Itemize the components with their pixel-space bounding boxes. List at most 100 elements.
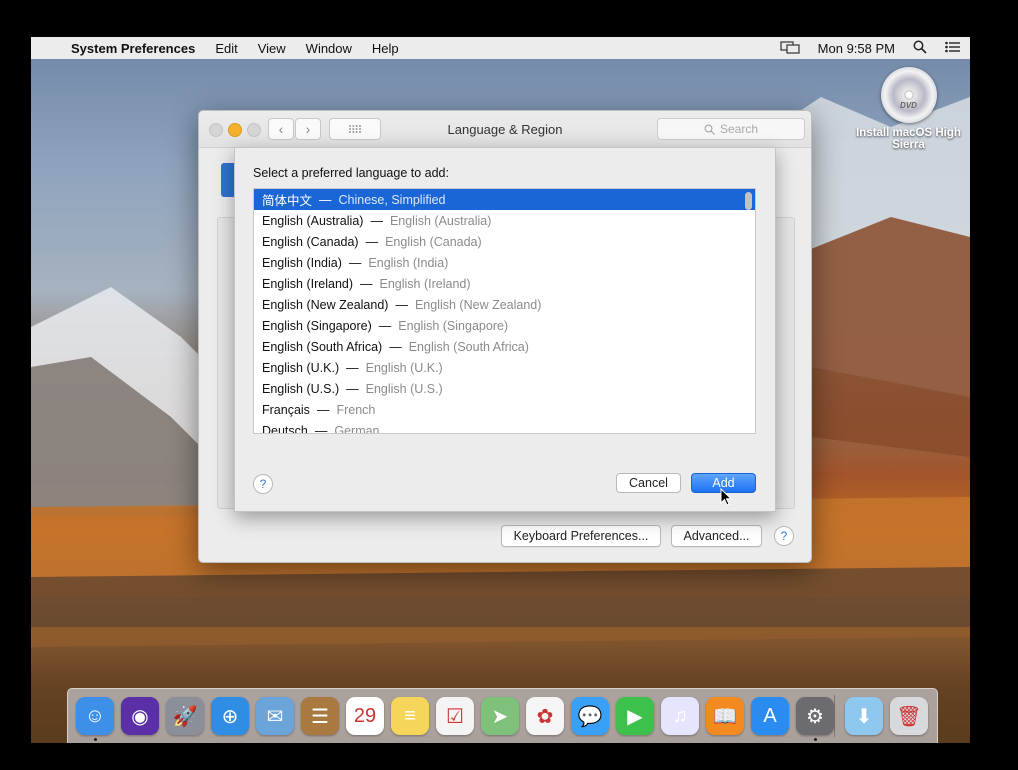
language-separator: — — [319, 192, 332, 207]
language-english-name: English (Canada) — [385, 234, 482, 249]
language-row[interactable]: English (U.K.) — English (U.K.) — [254, 357, 755, 378]
reminders-icon[interactable]: ☑ — [436, 697, 474, 735]
language-separator: — — [389, 339, 402, 354]
desktop: System Preferences Edit View Window Help… — [31, 37, 970, 743]
itunes-icon[interactable]: ♫ — [661, 697, 699, 735]
language-native-name: English (India) — [262, 255, 342, 270]
menu-help[interactable]: Help — [362, 41, 409, 56]
language-separator: — — [370, 213, 383, 228]
language-separator: — — [360, 276, 373, 291]
dvd-disc-icon: DVD — [880, 67, 937, 123]
language-english-name: English (U.S.) — [365, 381, 443, 396]
menu-view[interactable]: View — [248, 41, 296, 56]
system-preferences-icon[interactable]: ⚙ — [796, 697, 834, 735]
language-row[interactable]: English (South Africa) — English (South Af… — [254, 336, 755, 357]
language-row[interactable]: English (India) — English (India) — [254, 252, 755, 273]
language-english-name: German — [334, 423, 380, 434]
maps-icon[interactable]: ➤ — [481, 697, 519, 735]
language-separator: — — [378, 318, 392, 333]
finder-icon[interactable]: ☺ — [76, 697, 114, 735]
trash-icon[interactable]: 🗑 — [890, 697, 928, 735]
launchpad-icon[interactable]: 🚀 — [166, 697, 204, 735]
mail-icon[interactable]: ✉ — [256, 697, 294, 735]
language-native-name: 简体中文 — [262, 194, 313, 208]
language-native-name: Deutsch — [262, 423, 308, 434]
language-separator: — — [365, 234, 379, 249]
display-mirroring-icon[interactable] — [771, 40, 809, 57]
list-scrollbar[interactable] — [745, 192, 752, 210]
safari-icon[interactable]: ⊕ — [211, 697, 249, 735]
language-english-name: English (Singapore) — [398, 318, 509, 333]
menu-clock[interactable]: Mon 9:58 PM — [809, 41, 904, 56]
advanced-button[interactable]: Advanced... — [671, 525, 762, 547]
language-row[interactable]: 简体中文 — Chinese, Simplified — [254, 189, 755, 210]
language-native-name: English (Australia) — [262, 213, 364, 228]
language-row[interactable]: English (Singapore) — English (Singapore) — [254, 315, 755, 336]
dock-separator — [834, 695, 835, 737]
language-native-name: English (New Zealand) — [262, 297, 389, 312]
language-row[interactable]: English (Ireland) — English (Ireland) — [254, 273, 755, 294]
language-native-name: English (Ireland) — [262, 276, 354, 291]
language-english-name: English (India) — [368, 255, 449, 270]
language-english-name: English (Australia) — [389, 213, 492, 228]
language-english-name: English (South Africa) — [408, 339, 529, 354]
calendar-icon[interactable]: 29 — [346, 697, 384, 735]
running-indicator — [94, 738, 97, 741]
language-native-name: English (Canada) — [262, 234, 359, 249]
running-indicator — [814, 738, 817, 741]
downloads-folder-icon[interactable]: ⬇ — [845, 697, 883, 735]
search-placeholder: Search — [719, 122, 759, 136]
window-help-button[interactable]: ? — [774, 526, 794, 546]
language-separator: — — [346, 360, 359, 375]
language-row[interactable]: English (Australia) — English (Australia) — [254, 210, 755, 231]
preferences-search-field[interactable]: Search — [657, 118, 805, 140]
messages-icon[interactable]: 💬 — [571, 697, 609, 735]
photos-icon[interactable]: ✿ — [526, 697, 564, 735]
sheet-prompt: Select a preferred language to add: — [253, 166, 449, 180]
language-separator: — — [348, 255, 362, 270]
ibooks-icon[interactable]: 📖 — [706, 697, 744, 735]
contacts-icon[interactable]: ☰ — [301, 697, 339, 735]
language-english-name: Chinese, Simplified — [338, 192, 446, 207]
language-english-name: French — [336, 402, 376, 417]
language-row[interactable]: English (U.S.) — English (U.S.) — [254, 378, 755, 399]
language-separator: — — [316, 402, 330, 417]
language-native-name: English (U.S.) — [262, 381, 340, 396]
facetime-icon[interactable]: ▶ — [616, 697, 654, 735]
language-row[interactable]: English (Canada) — English (Canada) — [254, 231, 755, 252]
language-english-name: English (U.K.) — [365, 360, 443, 375]
window-titlebar[interactable]: ‹ › Language & Region Search — [199, 111, 811, 148]
language-row[interactable]: English (New Zealand) — English (New Zeala… — [254, 294, 755, 315]
language-english-name: English (New Zealand) — [414, 297, 542, 312]
language-native-name: English (Singapore) — [262, 318, 372, 333]
language-native-name: English (South Africa) — [262, 339, 383, 354]
language-row[interactable]: Français — French — [254, 399, 755, 420]
language-native-name: English (U.K.) — [262, 360, 340, 375]
language-row[interactable]: Deutsch — German — [254, 420, 755, 434]
language-separator: — — [395, 297, 408, 312]
menu-app-name[interactable]: System Preferences — [61, 41, 205, 56]
notification-center-icon[interactable] — [936, 41, 970, 56]
disc-label: Install macOS High Sierra — [856, 127, 961, 151]
menu-bar: System Preferences Edit View Window Help… — [31, 37, 970, 59]
dock: ☺ ◉ 🚀 ⊕ ✉ ☰ 29 ≡ ☑ ➤ ✿ 💬 ▶ ♫ 📖 A ⚙ ⬇ 🗑 — [67, 688, 938, 743]
menu-edit[interactable]: Edit — [205, 41, 247, 56]
language-separator: — — [314, 423, 328, 434]
mouse-cursor-icon — [720, 488, 733, 506]
notes-icon[interactable]: ≡ — [391, 697, 429, 735]
sheet-help-button[interactable]: ? — [253, 474, 273, 494]
add-language-sheet: Select a preferred language to add: 简体中文… — [234, 147, 776, 512]
keyboard-preferences-button[interactable]: Keyboard Preferences... — [501, 525, 661, 547]
cancel-button[interactable]: Cancel — [616, 473, 681, 493]
dvd-badge: DVD — [900, 101, 917, 110]
language-list[interactable]: 简体中文 — Chinese, Simplified English (Austral… — [253, 188, 756, 434]
install-disc-desktop-icon[interactable]: DVD Install macOS High Sierra — [851, 67, 966, 151]
language-english-name: English (Ireland) — [379, 276, 471, 291]
language-native-name: Français — [262, 402, 310, 417]
siri-icon[interactable]: ◉ — [121, 697, 159, 735]
app-store-icon[interactable]: A — [751, 697, 789, 735]
menu-window[interactable]: Window — [296, 41, 362, 56]
language-separator: — — [346, 381, 359, 396]
search-icon — [704, 123, 715, 135]
spotlight-search-icon[interactable] — [904, 40, 936, 57]
